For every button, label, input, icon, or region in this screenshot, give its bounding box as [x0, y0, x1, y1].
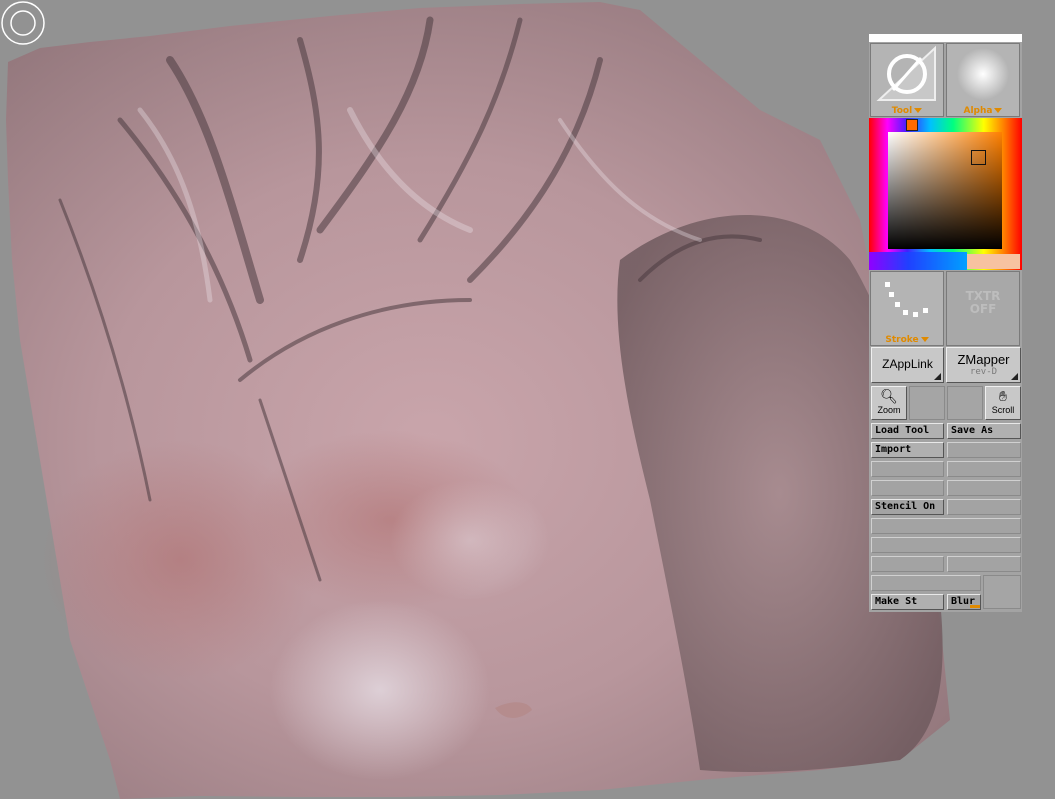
stencil-on-button[interactable]: Stencil On: [871, 499, 944, 515]
load-tool-button[interactable]: Load Tool: [871, 423, 944, 439]
texture-off-label: TXTR OFF: [965, 289, 1001, 316]
brush-cursor-icon: [1, 1, 45, 45]
disabled-button: [871, 537, 1021, 553]
secondary-color-swatch[interactable]: [967, 254, 1020, 269]
disabled-button: [871, 575, 981, 591]
disabled-button: [871, 480, 944, 496]
zmapper-button[interactable]: ZMapper rev-D: [946, 347, 1021, 383]
save-as-button[interactable]: Save As: [947, 423, 1021, 439]
disabled-button: [947, 480, 1021, 496]
empty-slot: [983, 575, 1021, 609]
alpha-icon: [957, 48, 1009, 100]
palette-title-bar[interactable]: [869, 34, 1022, 42]
disabled-button: [871, 461, 944, 477]
empty-nav-slot: [909, 386, 945, 420]
tool-icon: [876, 45, 936, 101]
stroke-selector[interactable]: Stroke: [870, 271, 944, 346]
zapplink-label: ZAppLink: [882, 357, 933, 371]
stroke-label: Stroke: [871, 335, 943, 345]
zapplink-menu-icon: [934, 373, 941, 380]
disabled-button: [947, 499, 1021, 515]
zmapper-version: rev-D: [969, 367, 998, 377]
disabled-button: [947, 461, 1021, 477]
tool-palette: Tool Alpha Stroke TXTR OFF ZAppLink ZMap…: [869, 34, 1022, 612]
hue-marker[interactable]: [906, 119, 918, 131]
disabled-button: [947, 556, 1021, 572]
alpha-selector[interactable]: Alpha: [946, 43, 1020, 117]
empty-nav-slot: [947, 386, 983, 420]
disabled-button: [871, 556, 944, 572]
scroll-button[interactable]: ✋︎ Scroll: [985, 386, 1021, 420]
hand-icon: ✋︎: [999, 388, 1007, 404]
zmapper-menu-icon: [1011, 373, 1018, 380]
zmapper-label: ZMapper: [957, 352, 1010, 367]
hue-strip[interactable]: [869, 252, 967, 270]
blur-value-bar: [970, 605, 980, 608]
disabled-button: [947, 442, 1021, 458]
magnifier-icon: 🔍︎: [880, 388, 898, 404]
color-selection-marker[interactable]: [971, 150, 986, 165]
zoom-button[interactable]: 🔍︎ Zoom: [871, 386, 907, 420]
disabled-button: [871, 518, 1021, 534]
blur-slider[interactable]: Blur: [947, 594, 981, 610]
scroll-label: Scroll: [991, 405, 1015, 415]
import-button[interactable]: Import: [871, 442, 944, 458]
zoom-label: Zoom: [877, 405, 901, 415]
alpha-label: Alpha: [947, 106, 1019, 116]
zapplink-button[interactable]: ZAppLink: [871, 347, 944, 383]
make-stencil-button[interactable]: Make St: [871, 594, 944, 610]
texture-selector[interactable]: TXTR OFF: [946, 271, 1020, 346]
tool-selector[interactable]: Tool: [870, 43, 944, 117]
stroke-icon: [885, 282, 928, 317]
tool-label: Tool: [871, 106, 943, 116]
color-picker[interactable]: [869, 118, 1022, 270]
